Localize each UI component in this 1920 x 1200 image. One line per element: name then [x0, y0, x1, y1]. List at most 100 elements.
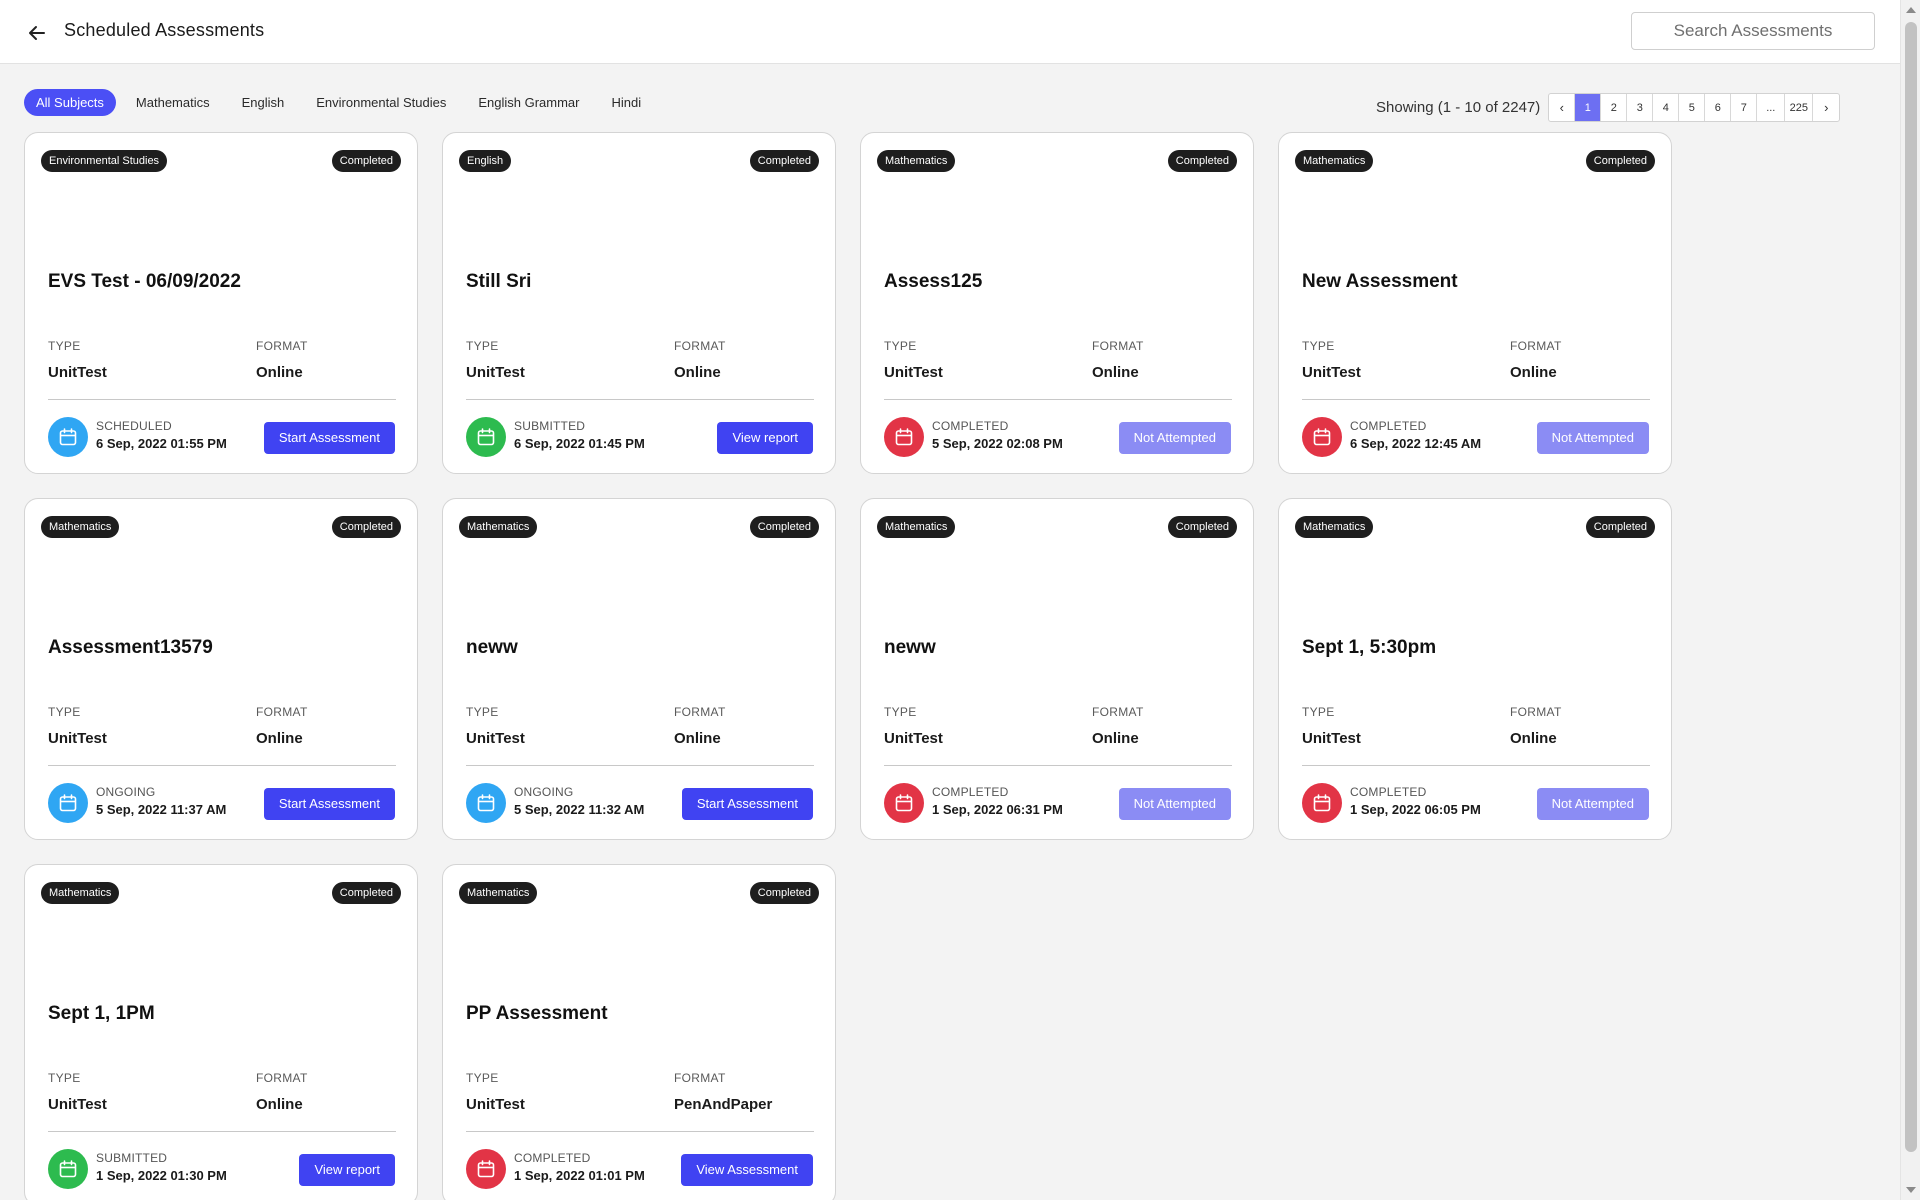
- format-value: Online: [1092, 730, 1139, 747]
- assessment-card[interactable]: Mathematics Completed New Assessment TYPE FO…: [1278, 132, 1672, 474]
- calendar-icon: [48, 417, 88, 457]
- schedule-status: ONGOING: [96, 785, 156, 799]
- filter-chip-mathematics[interactable]: Mathematics: [124, 89, 222, 116]
- pagination: Showing (1 - 10 of 2247) ‹ 1 2 3 4 5 6 7... 225 ›: [1376, 93, 1841, 122]
- filter-chip-english[interactable]: English: [230, 89, 297, 116]
- status-badge: Completed: [749, 516, 819, 538]
- assessment-title: Assess125: [884, 271, 983, 292]
- not-attempted-button: Not Attempted: [1118, 788, 1231, 820]
- page-button-6[interactable]: 6: [1705, 94, 1732, 121]
- assessment-card[interactable]: Mathematics Completed neww TYPE FORMAT UnitTe…: [442, 498, 836, 840]
- schedule-status: COMPLETED: [514, 1151, 591, 1165]
- schedule-status: COMPLETED: [932, 785, 1009, 799]
- schedule-date: 6 Sep, 2022 01:55 PM: [96, 436, 227, 451]
- start-assessment-button[interactable]: Start Assessment: [263, 788, 395, 820]
- type-label: TYPE: [466, 1071, 499, 1085]
- scroll-up-icon[interactable]: [1906, 7, 1916, 13]
- filter-chip-english-grammar[interactable]: English Grammar: [466, 89, 591, 116]
- schedule-date: 1 Sep, 2022 06:05 PM: [1350, 802, 1481, 817]
- schedule-status: COMPLETED: [932, 419, 1009, 433]
- schedule-date: 1 Sep, 2022 06:31 PM: [932, 802, 1063, 817]
- assessment-card[interactable]: Mathematics Completed Assess125 TYPE FORMAT U…: [860, 132, 1254, 474]
- type-label: TYPE: [884, 339, 917, 353]
- assessment-title: Sept 1, 1PM: [48, 1003, 155, 1024]
- start-assessment-button[interactable]: Start Assessment: [263, 422, 395, 454]
- assessment-card[interactable]: Mathematics Completed Sept 1, 5:30pm TYPE FO…: [1278, 498, 1672, 840]
- not-attempted-button: Not Attempted: [1536, 422, 1649, 454]
- assessment-title: PP Assessment: [466, 1003, 608, 1024]
- schedule-date: 6 Sep, 2022 01:45 PM: [514, 436, 645, 451]
- page-button-2[interactable]: 2: [1601, 94, 1628, 121]
- subject-badge: Mathematics: [459, 882, 538, 904]
- subject-badge: Mathematics: [1295, 516, 1374, 538]
- page-button-225[interactable]: 225: [1785, 94, 1814, 121]
- page-button-7[interactable]: 7: [1731, 94, 1758, 121]
- top-bar: Scheduled Assessments: [0, 0, 1900, 64]
- back-arrow-icon[interactable]: [24, 20, 50, 46]
- assessment-title: neww: [466, 637, 518, 658]
- calendar-icon: [48, 1149, 88, 1189]
- type-label: TYPE: [884, 705, 917, 719]
- view-report-button[interactable]: View report: [299, 1154, 395, 1186]
- type-value: UnitTest: [466, 364, 525, 381]
- view-report-button[interactable]: View report: [717, 422, 813, 454]
- divider: [466, 399, 814, 400]
- format-label: FORMAT: [674, 705, 726, 719]
- page-button-1[interactable]: 1: [1575, 94, 1602, 121]
- schedule-status: SUBMITTED: [514, 419, 586, 433]
- assessment-card[interactable]: Mathematics Completed neww TYPE FORMAT UnitTe…: [860, 498, 1254, 840]
- type-label: TYPE: [48, 339, 81, 353]
- scroll-thumb[interactable]: [1905, 22, 1917, 1152]
- assessment-title: neww: [884, 637, 936, 658]
- page-button-4[interactable]: 4: [1653, 94, 1680, 121]
- assessment-title: Still Sri: [466, 271, 532, 292]
- calendar-icon: [884, 783, 924, 823]
- calendar-icon: [48, 783, 88, 823]
- format-label: FORMAT: [256, 339, 308, 353]
- status-badge: Completed: [331, 516, 401, 538]
- chevron-right-icon[interactable]: ›: [1813, 94, 1839, 121]
- type-value: UnitTest: [884, 364, 943, 381]
- search-input[interactable]: [1631, 12, 1875, 50]
- start-assessment-button[interactable]: Start Assessment: [681, 788, 813, 820]
- scroll-down-icon[interactable]: [1906, 1187, 1916, 1193]
- calendar-icon: [884, 417, 924, 457]
- divider: [466, 1131, 814, 1132]
- view-assessment-button[interactable]: View Assessment: [681, 1154, 813, 1186]
- vertical-scrollbar[interactable]: [1900, 0, 1920, 1200]
- format-label: FORMAT: [1510, 705, 1562, 719]
- calendar-icon: [466, 417, 506, 457]
- filter-chip-all-subjects[interactable]: All Subjects: [24, 89, 116, 116]
- divider: [1302, 765, 1650, 766]
- assessment-card[interactable]: English Completed Still Sri TYPE FORMAT UnitT…: [442, 132, 836, 474]
- assessment-card[interactable]: Environmental Studies Completed EVS Test -…: [24, 132, 418, 474]
- filter-chip-environmental-studies[interactable]: Environmental Studies: [304, 89, 458, 116]
- type-label: TYPE: [48, 1071, 81, 1085]
- format-value: Online: [1510, 364, 1557, 381]
- schedule-date: 5 Sep, 2022 02:08 PM: [932, 436, 1063, 451]
- filter-chip-hindi[interactable]: Hindi: [599, 89, 653, 116]
- subject-badge: Environmental Studies: [41, 150, 168, 172]
- page-button-5[interactable]: 5: [1679, 94, 1706, 121]
- page-title: Scheduled Assessments: [64, 20, 265, 40]
- status-badge: Completed: [331, 882, 401, 904]
- status-badge: Completed: [749, 882, 819, 904]
- format-value: Online: [674, 730, 721, 747]
- type-value: UnitTest: [48, 1096, 107, 1113]
- divider: [48, 399, 396, 400]
- assessment-card[interactable]: Mathematics Completed PP Assessment TYPE FOR…: [442, 864, 836, 1200]
- assessment-card[interactable]: Mathematics Completed Assessment13579 TYPE F…: [24, 498, 418, 840]
- assessment-title: Sept 1, 5:30pm: [1302, 637, 1437, 658]
- schedule-date: 1 Sep, 2022 01:30 PM: [96, 1168, 227, 1183]
- status-badge: Completed: [749, 150, 819, 172]
- status-badge: Completed: [1167, 150, 1237, 172]
- schedule-date: 5 Sep, 2022 11:32 AM: [514, 802, 645, 817]
- page-button-3[interactable]: 3: [1627, 94, 1654, 121]
- format-label: FORMAT: [256, 705, 308, 719]
- chevron-left-icon[interactable]: ‹: [1549, 94, 1576, 121]
- calendar-icon: [1302, 417, 1342, 457]
- schedule-status: SUBMITTED: [96, 1151, 168, 1165]
- assessment-card[interactable]: Mathematics Completed Sept 1, 1PM TYPE FORMA…: [24, 864, 418, 1200]
- page-buttons: ‹ 1 2 3 4 5 6 7... 225 ›: [1548, 93, 1841, 122]
- schedule-date: 6 Sep, 2022 12:45 AM: [1350, 436, 1482, 451]
